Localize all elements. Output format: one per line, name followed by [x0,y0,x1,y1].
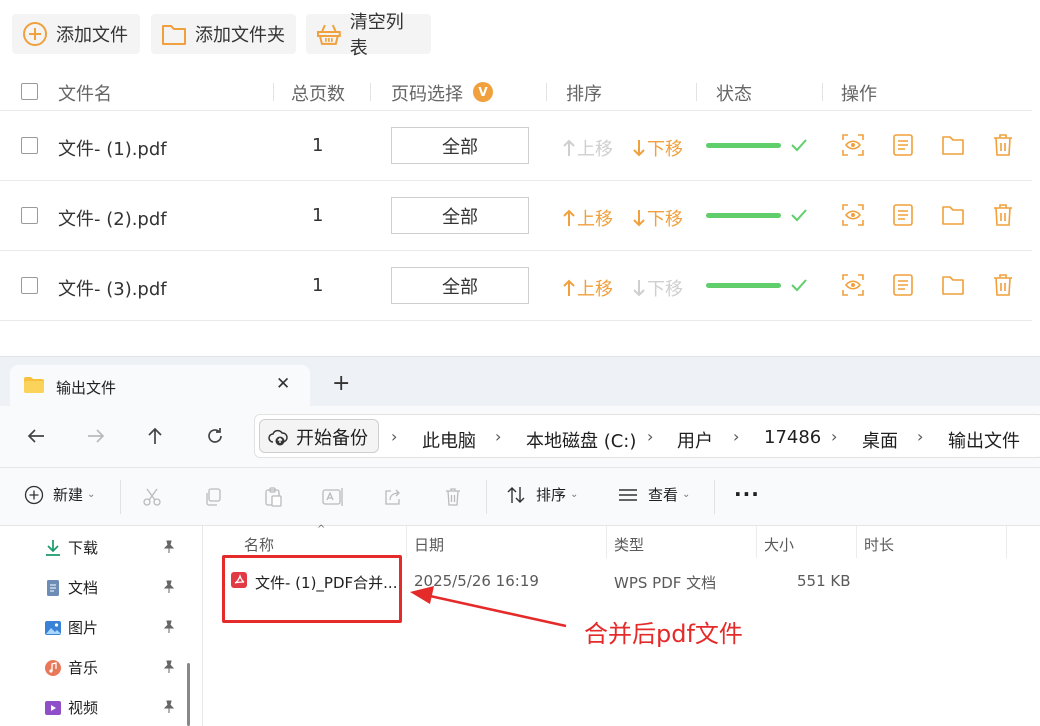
callout-arrow [410,586,567,628]
callout-label: 合并后pdf文件 [584,620,743,648]
